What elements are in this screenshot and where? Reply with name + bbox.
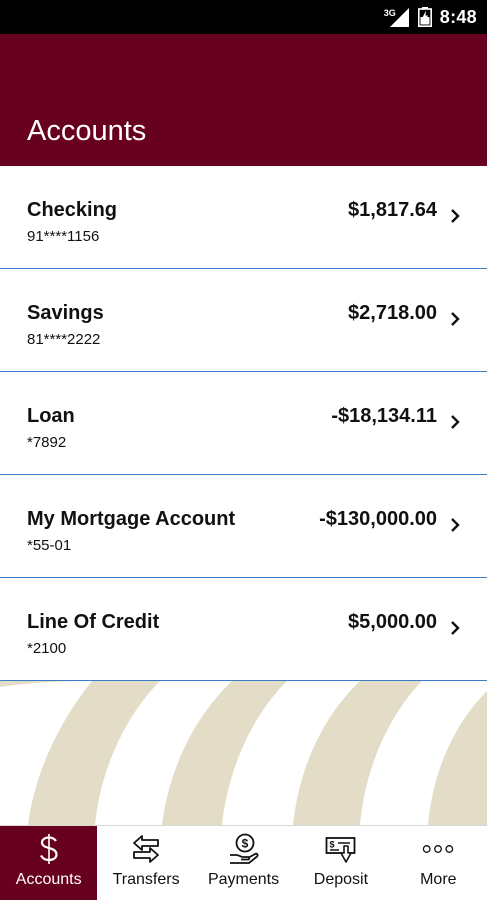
nav-accounts[interactable]: Accounts: [0, 826, 98, 900]
transfer-arrows-icon: [130, 833, 162, 865]
dollar-icon: [33, 833, 65, 865]
nav-payments[interactable]: $ Payments: [195, 826, 292, 900]
account-number: 81****2222: [27, 331, 101, 348]
nav-transfers[interactable]: Transfers: [97, 826, 194, 900]
chevron-right-icon: [451, 415, 460, 429]
decorative-background: [0, 681, 487, 825]
nav-label: Transfers: [112, 871, 180, 888]
svg-text:$: $: [329, 840, 334, 850]
battery-icon: [417, 7, 432, 27]
nav-label: Payments: [207, 871, 280, 888]
page-title: Accounts: [27, 115, 147, 147]
chevron-right-icon: [451, 518, 460, 532]
account-name: Savings: [27, 302, 104, 324]
check-deposit-icon: $: [325, 833, 357, 865]
account-balance: $1,817.64: [348, 199, 437, 221]
account-name: Line Of Credit: [27, 611, 160, 633]
nav-more[interactable]: More: [390, 826, 487, 900]
account-number: *55-01: [27, 537, 72, 554]
payment-hand-icon: $: [228, 833, 260, 865]
account-row-loan[interactable]: Loan *7892 -$18,134.11: [0, 372, 487, 475]
more-dots-icon: [422, 833, 454, 865]
nav-label: More: [420, 871, 457, 888]
account-balance: $2,718.00: [348, 302, 437, 324]
account-name: My Mortgage Account: [27, 508, 236, 530]
nav-deposit[interactable]: $ Deposit: [292, 826, 389, 900]
clock: 8:48: [439, 6, 477, 27]
bottom-nav: Accounts Transfers $ Payments $ Deposit …: [0, 825, 487, 900]
nav-label: Deposit: [313, 871, 369, 888]
app-header: Accounts: [0, 34, 487, 166]
account-row-savings[interactable]: Savings 81****2222 $2,718.00: [0, 269, 487, 372]
chevron-right-icon: [451, 209, 460, 223]
status-bar: 3G 8:48: [0, 0, 487, 34]
account-row-line-of-credit[interactable]: Line Of Credit *2100 $5,000.00: [0, 578, 487, 681]
account-row-checking[interactable]: Checking 91****1156 $1,817.64: [0, 166, 487, 269]
account-number: 91****1156: [27, 228, 100, 245]
account-number: *2100: [27, 640, 67, 657]
signal-icon: 3G: [384, 6, 410, 28]
chevron-right-icon: [451, 312, 460, 326]
wave-pattern: [0, 681, 487, 825]
svg-text:$: $: [241, 837, 248, 851]
account-row-mortgage[interactable]: My Mortgage Account *55-01 -$130,000.00: [0, 475, 487, 578]
account-balance: $5,000.00: [348, 611, 437, 633]
nav-label: Accounts: [15, 871, 82, 888]
network-type: 3G: [383, 8, 396, 18]
account-balance: -$130,000.00: [319, 508, 437, 530]
account-list: Checking 91****1156 $1,817.64 Savings 81…: [0, 166, 487, 681]
account-balance: -$18,134.11: [331, 405, 437, 427]
account-name: Loan: [27, 405, 75, 427]
account-number: *7892: [27, 434, 67, 451]
account-name: Checking: [27, 199, 118, 221]
chevron-right-icon: [451, 621, 460, 635]
